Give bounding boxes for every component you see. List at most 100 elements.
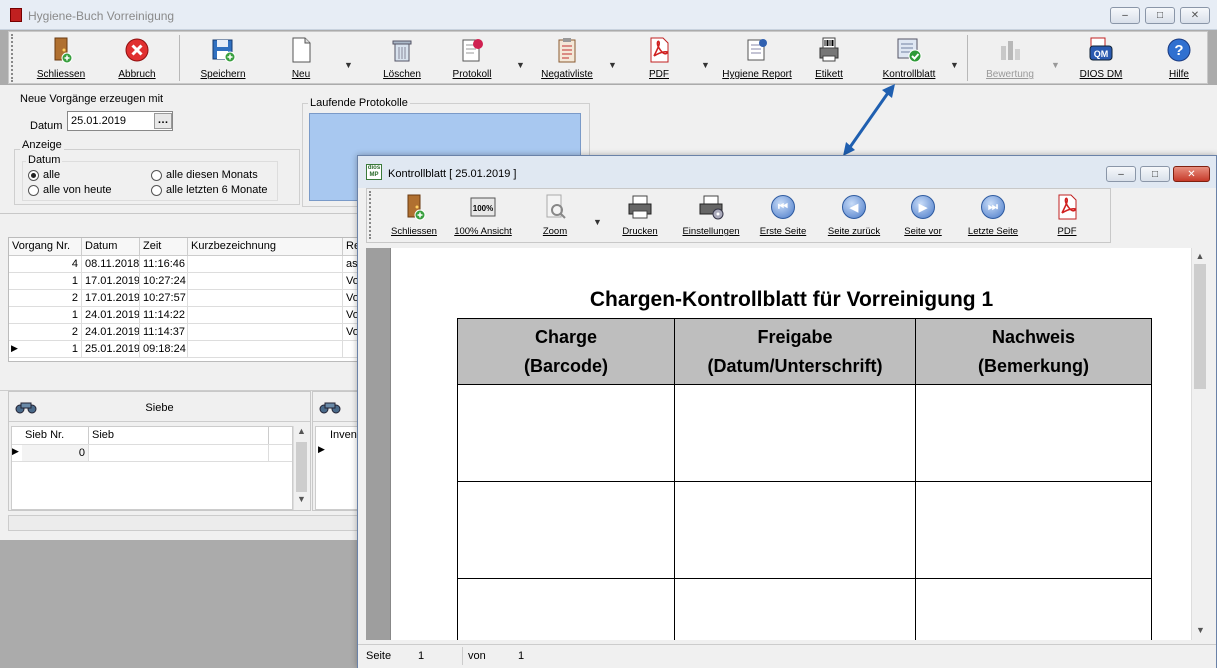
new-group-label: Neue Vorgänge erzeugen mit xyxy=(20,93,164,105)
column-header[interactable]: Zeit xyxy=(140,238,188,255)
neu-dropdown-arrow[interactable]: ▼ xyxy=(344,60,353,70)
radio-dot xyxy=(151,184,162,196)
abbruch-button[interactable]: Abbruch xyxy=(107,34,167,82)
header-line: (Barcode) xyxy=(523,355,608,376)
drucken-button[interactable]: Drucken xyxy=(613,191,667,239)
dialog-title: Kontrollblatt [ 25.01.2019 ] xyxy=(388,168,517,180)
current-row-marker: ▶ xyxy=(11,343,18,353)
document-title: Chargen-Kontrollblatt für Vorreinigung 1 xyxy=(589,288,994,311)
100-ansicht-button[interactable]: 100% 100% Ansicht xyxy=(449,191,517,239)
erste-seite-button[interactable]: ⏮ Erste Seite xyxy=(753,191,813,239)
siebe-table: Sieb Nr. Sieb ▶ 0 xyxy=(11,426,293,510)
new-document-icon xyxy=(287,36,315,64)
table-row[interactable]: 2 24.01.2019 11:14:37 Vo xyxy=(9,324,367,341)
scroll-thumb[interactable] xyxy=(1194,264,1206,389)
pdf-button[interactable]: PDF xyxy=(629,34,689,82)
negativliste-dropdown-arrow[interactable]: ▼ xyxy=(608,60,617,70)
einstellungen-button[interactable]: Einstellungen xyxy=(675,191,747,239)
table-row[interactable]: 1 25.01.2019 09:18:24 ▶ xyxy=(9,341,367,358)
column-header[interactable]: Sieb Nr. xyxy=(22,427,89,444)
letzte-seite-button[interactable]: ⏭ Letzte Seite xyxy=(963,191,1023,239)
column-header[interactable]: Datum xyxy=(82,238,140,255)
neu-button[interactable]: Neu xyxy=(271,34,331,82)
column-header[interactable]: Vorgang Nr. xyxy=(9,238,82,255)
table-cell: 1 xyxy=(9,341,82,357)
binoculars-icon[interactable] xyxy=(319,400,341,417)
toolbar-grip[interactable] xyxy=(11,34,16,82)
protokoll-dropdown-arrow[interactable]: ▼ xyxy=(516,60,525,70)
barcode-printer-icon xyxy=(815,36,843,64)
table-row[interactable]: 1 24.01.2019 11:14:22 Vo xyxy=(9,307,367,324)
radio-label: alle von heute xyxy=(43,184,112,196)
column-header[interactable]: Kurzbezeichnung xyxy=(188,238,343,255)
datum-label: Datum xyxy=(30,120,63,132)
close-window-button[interactable]: ✕ xyxy=(1180,7,1210,24)
schliessen-button[interactable]: Schliessen xyxy=(31,34,91,82)
zoom-button[interactable]: Zoom xyxy=(533,191,577,239)
date-picker-button[interactable]: … xyxy=(154,113,172,129)
vorgang-table-header: Vorgang Nr. Datum Zeit Kurzbezeichnung R… xyxy=(9,238,367,256)
checklist-icon xyxy=(895,36,923,64)
maximize-button[interactable]: □ xyxy=(1145,7,1175,24)
table-cell: 09:18:24 xyxy=(140,341,188,357)
scroll-thumb[interactable] xyxy=(296,442,307,492)
table-row[interactable]: 1 17.01.2019 10:27:24 Vo xyxy=(9,273,367,290)
radio-alle-diesen-monats[interactable]: alle diesen Monats xyxy=(151,169,258,181)
radio-alle[interactable]: alle xyxy=(28,169,60,181)
dialog-maximize-button[interactable]: □ xyxy=(1140,166,1170,182)
radio-dot xyxy=(28,184,39,196)
column-header[interactable]: Sieb xyxy=(89,427,269,444)
hilfe-button[interactable]: ? Hilfe xyxy=(1149,34,1209,82)
scroll-down-arrow[interactable]: ▼ xyxy=(294,494,309,508)
last-page-icon: ⏭ xyxy=(981,195,1005,219)
dialog-minimize-button[interactable]: – xyxy=(1106,166,1136,182)
table-cell: 17.01.2019 xyxy=(82,273,140,289)
column-header[interactable]: Inven xyxy=(316,427,360,444)
siebe-title: Siebe xyxy=(145,402,174,414)
toolbar-grip[interactable] xyxy=(369,191,374,239)
etikett-button[interactable]: Etikett xyxy=(799,34,859,82)
table-cell xyxy=(457,481,675,579)
negativliste-button[interactable]: Negativliste xyxy=(537,34,597,82)
main-window-titlebar: Hygiene-Buch Vorreinigung – □ ✕ xyxy=(0,0,1217,30)
loeschen-button[interactable]: Löschen xyxy=(372,34,432,82)
scroll-up-arrow[interactable]: ▲ xyxy=(294,426,309,440)
lower-spacer xyxy=(0,365,360,391)
minimize-button[interactable]: – xyxy=(1110,7,1140,24)
toolbar-separator xyxy=(179,35,180,81)
dialog-pdf-button[interactable]: PDF xyxy=(1037,191,1097,239)
main-toolbar: Schliessen Abbruch Speichern Neu ▼ Lösch… xyxy=(8,31,1208,84)
dialog-close-button[interactable]: ✕ xyxy=(1173,166,1210,182)
table-row[interactable]: 2 17.01.2019 10:27:57 Vo xyxy=(9,290,367,307)
radio-alle-letzten-6-monate[interactable]: alle letzten 6 Monate xyxy=(151,184,268,196)
siebe-header: Siebe xyxy=(9,392,310,422)
siebe-scrollbar[interactable]: ▲ ▼ xyxy=(293,426,309,510)
scroll-down-arrow[interactable]: ▼ xyxy=(1192,622,1209,638)
seite-vor-button[interactable]: ▶ Seite vor xyxy=(895,191,951,239)
dialog-schliessen-button[interactable]: Schliessen xyxy=(383,191,445,239)
table-cell: 17.01.2019 xyxy=(82,290,140,306)
table-cell xyxy=(457,578,675,640)
hygiene-report-button[interactable]: Hygiene Report xyxy=(717,34,797,82)
kontrollblatt-button[interactable]: Kontrollblatt xyxy=(877,34,941,82)
kontrollblatt-dropdown-arrow[interactable]: ▼ xyxy=(950,60,959,70)
radio-alle-von-heute[interactable]: alle von heute xyxy=(28,184,112,196)
help-icon: ? xyxy=(1165,36,1193,64)
table-row[interactable]: 4 08.11.2018 11:16:46 as xyxy=(9,256,367,273)
speichern-button[interactable]: Speichern xyxy=(193,34,253,82)
zoom-dropdown-arrow[interactable]: ▼ xyxy=(593,217,602,227)
bewertung-button[interactable]: Bewertung xyxy=(979,34,1041,82)
bewertung-dropdown-arrow[interactable]: ▼ xyxy=(1051,60,1060,70)
von-value: 1 xyxy=(518,650,525,662)
print-preview[interactable]: Chargen-Kontrollblatt für Vorreinigung 1… xyxy=(366,248,1191,640)
pdf-dropdown-arrow[interactable]: ▼ xyxy=(701,60,710,70)
dios-dm-button[interactable]: QM DIOS DM xyxy=(1071,34,1131,82)
radio-dot xyxy=(28,169,39,181)
new-process-panel: Neue Vorgänge erzeugen mit Datum 25.01.2… xyxy=(8,91,301,207)
preview-scrollbar[interactable]: ▲ ▼ xyxy=(1191,248,1208,640)
scroll-up-arrow[interactable]: ▲ xyxy=(1192,248,1208,264)
protokoll-button[interactable]: Protokoll xyxy=(442,34,502,82)
siebe-table-row[interactable]: ▶ 0 xyxy=(12,445,292,462)
table-cell: 1 xyxy=(9,307,82,323)
seite-zurueck-button[interactable]: ◀ Seite zurück xyxy=(821,191,887,239)
